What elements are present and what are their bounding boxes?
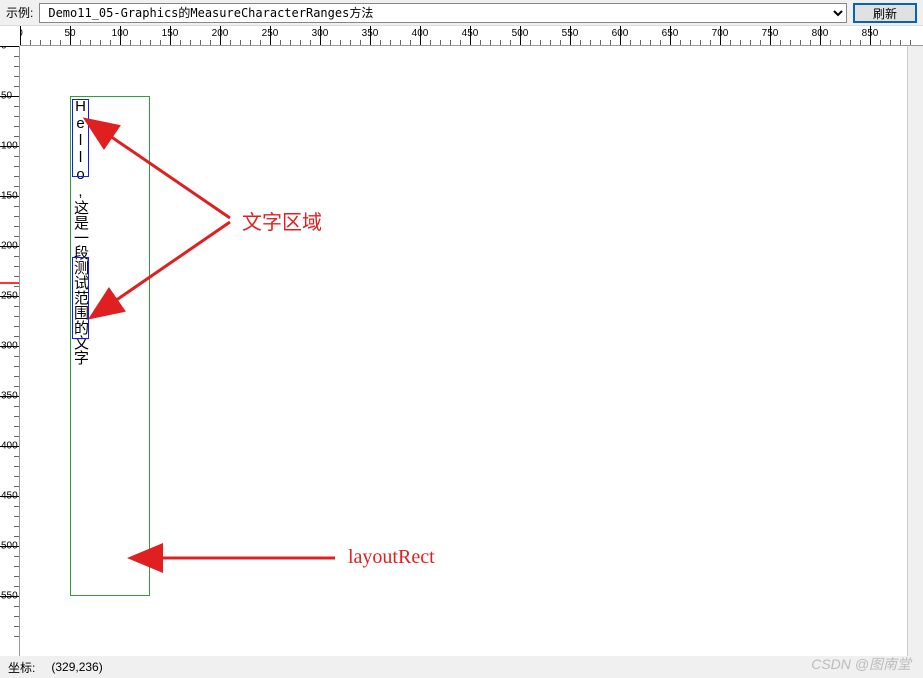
ruler-h-label: 650 bbox=[662, 28, 679, 39]
ruler-h-label: 150 bbox=[162, 28, 179, 39]
toolbar: 示例: Demo11_05-Graphics的MeasureCharacterR… bbox=[0, 0, 923, 26]
ruler-h-label: 500 bbox=[512, 28, 529, 39]
ruler-h-label: 300 bbox=[312, 28, 329, 39]
annotation-layout-rect: layoutRect bbox=[348, 546, 435, 569]
char-range-1 bbox=[72, 99, 89, 177]
ruler-h-label: 350 bbox=[362, 28, 379, 39]
annotation-text-ranges: 文字区域 bbox=[242, 206, 322, 235]
status-bar: 坐标: (329,236) bbox=[0, 656, 923, 678]
ruler-v-label: 450 bbox=[1, 491, 19, 502]
work-area: 0501001502002503003504004505005506006507… bbox=[0, 26, 923, 656]
vertical-scrollbar[interactable] bbox=[907, 46, 923, 656]
ruler-v-label: 50 bbox=[1, 91, 19, 102]
ruler-h-label: 250 bbox=[262, 28, 279, 39]
ruler-v-label: 550 bbox=[1, 591, 19, 602]
ruler-h-label: 450 bbox=[462, 28, 479, 39]
ruler-h-label: 550 bbox=[562, 28, 579, 39]
ruler-h-label: 750 bbox=[762, 28, 779, 39]
ruler-h-label: 100 bbox=[112, 28, 129, 39]
canvas[interactable]: Hello,这是一段测试范围的文字 文字区域 layoutRect bbox=[20, 46, 923, 656]
coord-value: (329,236) bbox=[51, 660, 102, 674]
ruler-v-label: 150 bbox=[1, 191, 19, 202]
ruler-h-label: 850 bbox=[862, 28, 879, 39]
example-label: 示例: bbox=[6, 4, 33, 21]
vertical-ruler: 0 50 100 150 200 250 300 350 400 450 500 550 bbox=[0, 46, 20, 656]
horizontal-ruler: 0 50 100 150 200 250 300 350 400 450 500 550 600 650 7… bbox=[20, 26, 923, 46]
ruler-v-marker bbox=[0, 282, 20, 284]
ruler-h-label: 700 bbox=[712, 28, 729, 39]
ruler-v-label: 0 bbox=[1, 46, 19, 52]
char-range-2 bbox=[72, 257, 89, 339]
ruler-h-label: 800 bbox=[812, 28, 829, 39]
ruler-v-label: 400 bbox=[1, 441, 19, 452]
ruler-h-label: 400 bbox=[412, 28, 429, 39]
refresh-button[interactable]: 刷新 bbox=[853, 3, 917, 23]
ruler-h-label: 200 bbox=[212, 28, 229, 39]
ruler-v-label: 100 bbox=[1, 141, 19, 152]
ruler-h-label: 0 bbox=[20, 28, 23, 39]
ruler-v-label: 200 bbox=[1, 241, 19, 252]
ruler-v-label: 350 bbox=[1, 391, 19, 402]
demo-dropdown[interactable]: Demo11_05-Graphics的MeasureCharacterRange… bbox=[39, 3, 847, 23]
coord-label: 坐标: bbox=[8, 659, 35, 676]
ruler-h-label: 600 bbox=[612, 28, 629, 39]
ruler-h-label: 50 bbox=[64, 28, 75, 39]
ruler-v-label: 250 bbox=[1, 291, 19, 302]
ruler-v-label: 300 bbox=[1, 341, 19, 352]
watermark: CSDN @图南堂 bbox=[811, 654, 911, 674]
ruler-v-label: 500 bbox=[1, 541, 19, 552]
annotation-arrows bbox=[20, 46, 920, 656]
